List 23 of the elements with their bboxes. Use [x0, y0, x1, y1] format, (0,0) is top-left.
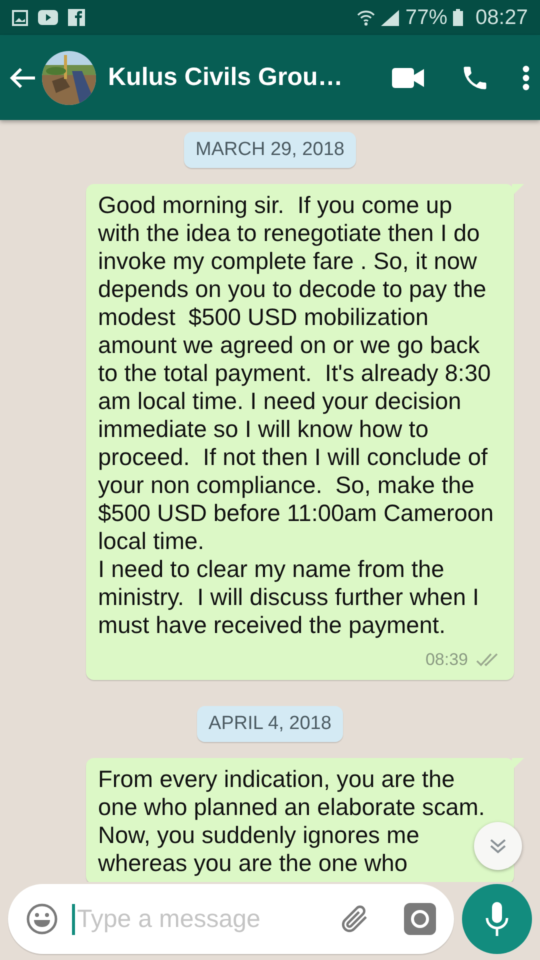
facebook-icon [68, 9, 85, 26]
wifi-icon [357, 8, 376, 26]
message-time: 08:39 [425, 649, 468, 671]
signal-icon [381, 10, 400, 26]
double-chevron-down-icon [489, 838, 507, 854]
message-text: From every indication, you are the one who planned an elaborate scam. Now, you suddenly ignores me whereas you are the one who [98, 766, 486, 878]
video-play-icon [38, 10, 58, 25]
clock-time: 08:27 [475, 6, 528, 30]
emoji-icon[interactable] [26, 903, 58, 935]
video-call-icon[interactable] [392, 68, 424, 88]
message-text: Good morning sir. If you come up with the idea to renegotiate then I do invoke my complete fare . So, it now depends on you to decode to pay the modest $500 USD mobilization amount we agreed on or we go back to the total payment. It's already 8:30 am local time. I need your decision immediate so I will know how to proceed. If not then I will conclude of your non compliance. So, make the $500 USD before 11:00am Cameroon local time. I need to clear my name from the ministry. I will discuss further when I must have received the payment. [98, 192, 495, 640]
double-tick-icon [476, 653, 498, 667]
battery-percentage: 77% [405, 6, 448, 30]
date-chip: MARCH 29, 2018 [184, 132, 356, 168]
more-options-icon[interactable] [522, 64, 530, 90]
camera-icon[interactable] [404, 903, 436, 935]
message-input-bar[interactable]: Type a message [8, 884, 454, 954]
chat-title[interactable]: Kulus Civils Grou… [108, 63, 392, 92]
microphone-icon [485, 902, 509, 936]
battery-icon [453, 9, 464, 26]
back-arrow-icon[interactable] [10, 66, 36, 88]
date-chip: APRIL 4, 2018 [196, 706, 344, 742]
gallery-icon [12, 10, 28, 26]
